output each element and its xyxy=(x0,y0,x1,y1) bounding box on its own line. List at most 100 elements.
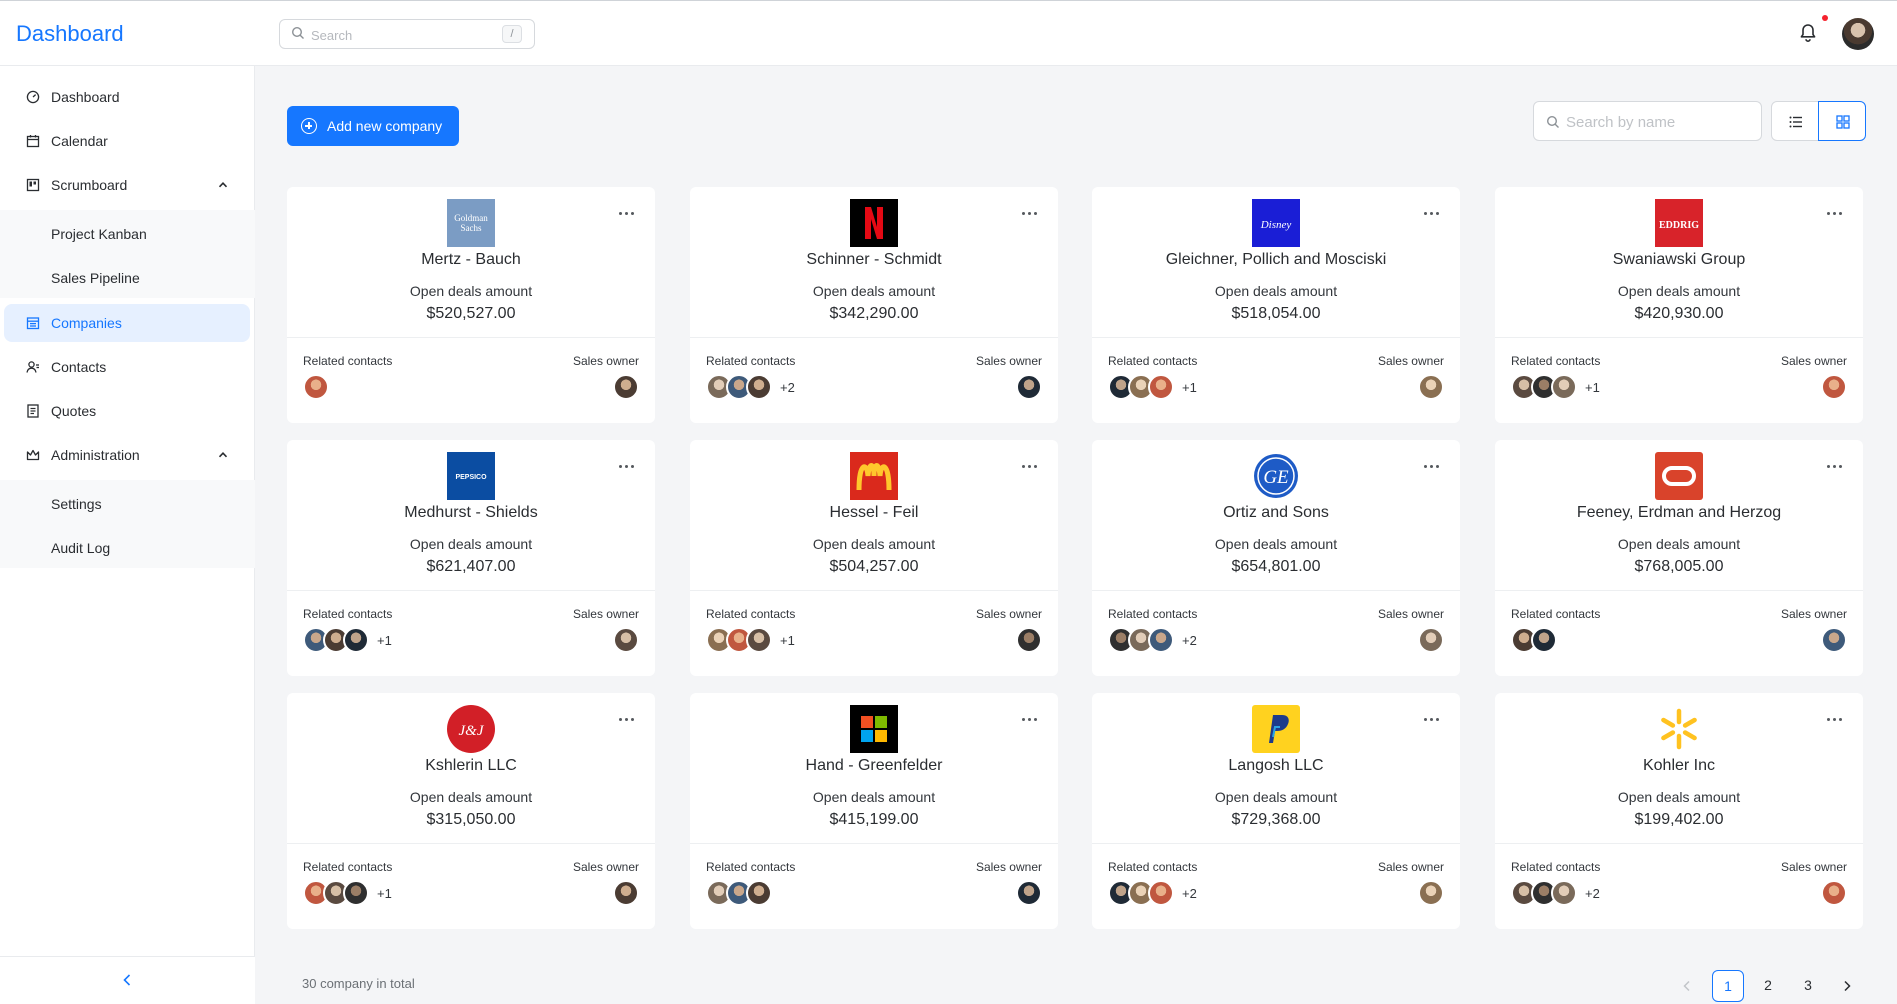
more-options-button[interactable] xyxy=(1422,207,1442,219)
company-card[interactable]: J&J Kshlerin LLC Open deals amount $315,050… xyxy=(287,693,655,929)
more-options-button[interactable] xyxy=(617,460,637,472)
sidebar-item-quotes[interactable]: Quotes xyxy=(4,392,250,430)
user-avatar[interactable] xyxy=(1842,18,1874,50)
sidebar-item-settings[interactable]: Settings xyxy=(51,496,102,512)
sales-owner-avatar[interactable] xyxy=(1016,627,1042,653)
open-deals-label: Open deals amount xyxy=(409,789,533,805)
dot xyxy=(619,718,622,721)
contact-avatar[interactable] xyxy=(1148,374,1174,400)
extra-contacts-count: +2 xyxy=(1182,633,1197,648)
dot xyxy=(625,465,628,468)
company-name[interactable]: Medhurst - Shields xyxy=(287,504,655,522)
global-search-input[interactable] xyxy=(311,25,491,45)
next-page-icon[interactable] xyxy=(1841,980,1853,992)
contact-avatar[interactable] xyxy=(1551,374,1577,400)
grid-view-button[interactable] xyxy=(1818,101,1866,141)
sidebar-item-dashboard[interactable]: Dashboard xyxy=(4,78,250,116)
sidebar-item-audit-log[interactable]: Audit Log xyxy=(51,540,110,556)
company-card[interactable]: Langosh LLC Open deals amount $729,368.00 R… xyxy=(1092,693,1460,929)
dot xyxy=(1034,465,1037,468)
company-search[interactable] xyxy=(1533,101,1762,141)
sidebar-item-project-kanban[interactable]: Project Kanban xyxy=(51,226,147,242)
company-card[interactable]: Disney Gleichner, Pollich and Mosciski Ope… xyxy=(1092,187,1460,423)
sales-owner-avatar[interactable] xyxy=(1821,627,1847,653)
company-card[interactable]: Feeney, Erdman and Herzog Open deals amou… xyxy=(1495,440,1863,676)
company-card[interactable]: PEPSICO Medhurst - Shields Open deals amou… xyxy=(287,440,655,676)
sales-owner-avatar[interactable] xyxy=(1418,880,1444,906)
company-card[interactable]: Kohler Inc Open deals amount $199,402.00 Re… xyxy=(1495,693,1863,929)
more-options-button[interactable] xyxy=(617,713,637,725)
contact-avatar[interactable] xyxy=(343,880,369,906)
company-card[interactable]: GE Ortiz and Sons Open deals amount $654,80… xyxy=(1092,440,1460,676)
company-name[interactable]: Ortiz and Sons xyxy=(1092,504,1460,522)
contact-avatar[interactable] xyxy=(1148,627,1174,653)
more-options-button[interactable] xyxy=(1825,207,1845,219)
contact-avatar[interactable] xyxy=(303,374,329,400)
more-options-button[interactable] xyxy=(1825,713,1845,725)
company-name[interactable]: Kohler Inc xyxy=(1495,757,1863,775)
global-search[interactable]: / xyxy=(279,19,535,49)
company-name[interactable]: Feeney, Erdman and Herzog xyxy=(1495,504,1863,522)
contacts-icon xyxy=(26,361,39,373)
sidebar-item-administration[interactable]: Administration xyxy=(4,436,250,474)
sales-owner-avatar[interactable] xyxy=(1418,374,1444,400)
more-options-button[interactable] xyxy=(617,207,637,219)
sales-owner-avatar[interactable] xyxy=(1016,374,1042,400)
company-name[interactable]: Mertz - Bauch xyxy=(287,251,655,269)
sales-owner-avatar[interactable] xyxy=(1821,880,1847,906)
extra-contacts-count: +1 xyxy=(780,633,795,648)
sales-owner-avatar[interactable] xyxy=(1418,627,1444,653)
contact-avatar[interactable] xyxy=(746,627,772,653)
contact-avatar[interactable] xyxy=(746,880,772,906)
contact-avatar[interactable] xyxy=(1531,627,1557,653)
sales-owner-avatar[interactable] xyxy=(613,627,639,653)
company-name[interactable]: Hand - Greenfelder xyxy=(690,757,1058,775)
more-options-button[interactable] xyxy=(1422,713,1442,725)
sales-owner-avatar[interactable] xyxy=(1821,374,1847,400)
contact-avatar[interactable] xyxy=(1551,880,1577,906)
dot xyxy=(625,718,628,721)
company-card[interactable]: Goldman Sachs Mertz - Bauch Open deals amou… xyxy=(287,187,655,423)
company-card[interactable]: Schinner - Schmidt Open deals amount $342,… xyxy=(690,187,1058,423)
company-card[interactable]: EDDRIG Swaniawski Group Open deals amount $… xyxy=(1495,187,1863,423)
sidebar-item-calendar[interactable]: Calendar xyxy=(4,122,250,160)
sidebar-item-sales-pipeline[interactable]: Sales Pipeline xyxy=(51,270,140,286)
more-options-button[interactable] xyxy=(1422,460,1442,472)
bell-icon[interactable] xyxy=(1796,21,1820,45)
app-title[interactable]: Dashboard xyxy=(16,21,124,47)
sales-owner-avatar[interactable] xyxy=(613,374,639,400)
more-options-button[interactable] xyxy=(1020,207,1040,219)
company-card[interactable]: Hand - Greenfelder Open deals amount $415,… xyxy=(690,693,1058,929)
sales-owner-avatar[interactable] xyxy=(613,880,639,906)
prev-page-icon[interactable] xyxy=(1681,980,1693,992)
goldman-sachs-logo: GoldmanSachs xyxy=(447,199,495,247)
company-name[interactable]: Gleichner, Pollich and Mosciski xyxy=(1092,251,1460,269)
sidebar-item-scrumboard[interactable]: Scrumboard xyxy=(4,166,250,204)
sidebar-item-companies[interactable]: Companies xyxy=(4,304,250,342)
open-deals-label: Open deals amount xyxy=(409,536,533,552)
more-options-button[interactable] xyxy=(1825,460,1845,472)
sales-owner-avatar[interactable] xyxy=(1016,880,1042,906)
contact-avatar[interactable] xyxy=(746,374,772,400)
company-name[interactable]: Langosh LLC xyxy=(1092,757,1460,775)
company-name[interactable]: Kshlerin LLC xyxy=(287,757,655,775)
company-name[interactable]: Swaniawski Group xyxy=(1495,251,1863,269)
contact-avatar[interactable] xyxy=(1148,880,1174,906)
more-options-button[interactable] xyxy=(1020,713,1040,725)
company-card[interactable]: Hessel - Feil Open deals amount $504,257.0… xyxy=(690,440,1058,676)
company-name[interactable]: Hessel - Feil xyxy=(690,504,1058,522)
company-name[interactable]: Schinner - Schmidt xyxy=(690,251,1058,269)
open-deals-amount: $342,290.00 xyxy=(829,305,919,322)
company-search-input[interactable] xyxy=(1566,112,1751,132)
page-1-button[interactable]: 1 xyxy=(1712,970,1744,1002)
page-3-button[interactable]: 3 xyxy=(1792,970,1824,1002)
add-company-button[interactable]: Add new company xyxy=(287,106,459,146)
related-contacts-label: Related contacts xyxy=(303,860,393,874)
contact-avatar[interactable] xyxy=(343,627,369,653)
list-view-button[interactable] xyxy=(1771,101,1819,141)
svg-text:Goldman: Goldman xyxy=(454,213,488,223)
more-options-button[interactable] xyxy=(1020,460,1040,472)
sidebar-item-contacts[interactable]: Contacts xyxy=(4,348,250,386)
sidebar-collapse-button[interactable] xyxy=(0,956,255,1004)
page-2-button[interactable]: 2 xyxy=(1752,970,1784,1002)
